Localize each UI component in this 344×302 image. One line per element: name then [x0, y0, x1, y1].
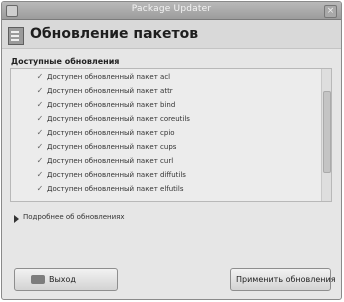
page-header: Обновление пакетов [2, 20, 341, 49]
apply-button-label: Применить обновления [236, 275, 336, 284]
updates-list: ✓ Доступен обновленный пакет acl ✓ Досту… [10, 68, 332, 202]
scrollbar-thumb[interactable] [323, 91, 331, 173]
check-icon[interactable]: ✓ [36, 129, 44, 137]
update-label: Доступен обновленный пакет coreutils [47, 115, 190, 123]
list-item[interactable]: ✓ Доступен обновленный пакет diffutils [11, 169, 323, 183]
list-item[interactable]: ✓ Доступен обновленный пакет cups [11, 141, 323, 155]
update-label: Доступен обновленный пакет diffutils [47, 171, 186, 179]
update-label: Доступен обновленный пакет elfutils [47, 185, 184, 193]
exit-button[interactable]: Выход [14, 268, 118, 291]
page-title: Обновление пакетов [30, 26, 199, 42]
package-updater-window: Package Updater × Обновление пакетов Дос… [1, 1, 342, 300]
check-icon[interactable]: ✓ [36, 157, 44, 165]
package-icon [8, 27, 24, 45]
apply-updates-button[interactable]: Применить обновления [230, 268, 336, 291]
window-title: Package Updater [131, 4, 212, 14]
list-item[interactable]: ✓ Доступен обновленный пакет attr [11, 85, 323, 99]
check-icon[interactable]: ✓ [36, 171, 44, 179]
update-label: Доступен обновленный пакет acl [47, 73, 171, 81]
list-scrollbar[interactable] [321, 69, 331, 201]
check-icon[interactable]: ✓ [36, 143, 44, 151]
title-bar[interactable]: Package Updater × [2, 2, 341, 20]
update-label: Доступен обновленный пакет attr [47, 87, 173, 95]
update-label: Доступен обновленный пакет cpio [47, 129, 175, 137]
update-label: Доступен обновленный пакет bind [47, 101, 176, 109]
list-item[interactable]: ✓ Доступен обновленный пакет elfutils [11, 183, 323, 197]
list-item[interactable]: ✓ Доступен обновленный пакет acl [11, 71, 323, 85]
update-label: Доступен обновленный пакет cups [47, 143, 177, 151]
check-icon[interactable]: ✓ [36, 115, 44, 123]
list-item[interactable]: ✓ Доступен обновленный пакет curl [11, 155, 323, 169]
expander-arrow-icon[interactable] [14, 215, 19, 223]
list-item[interactable]: ✓ Доступен обновленный пакет cpio [11, 127, 323, 141]
check-icon[interactable]: ✓ [36, 101, 44, 109]
exit-button-label: Выход [49, 275, 76, 284]
details-label[interactable]: Подробнее об обновлениях [23, 213, 125, 221]
available-updates-label: Доступные обновления [11, 57, 120, 66]
update-label: Доступен обновленный пакет curl [47, 157, 174, 165]
list-item[interactable]: ✓ Доступен обновленный пакет bind [11, 99, 323, 113]
check-icon[interactable]: ✓ [36, 185, 44, 193]
check-icon[interactable]: ✓ [36, 87, 44, 95]
exit-icon [31, 275, 45, 284]
close-button[interactable]: × [324, 5, 337, 18]
check-icon[interactable]: ✓ [36, 73, 44, 81]
list-item[interactable]: ✓ Доступен обновленный пакет coreutils [11, 113, 323, 127]
